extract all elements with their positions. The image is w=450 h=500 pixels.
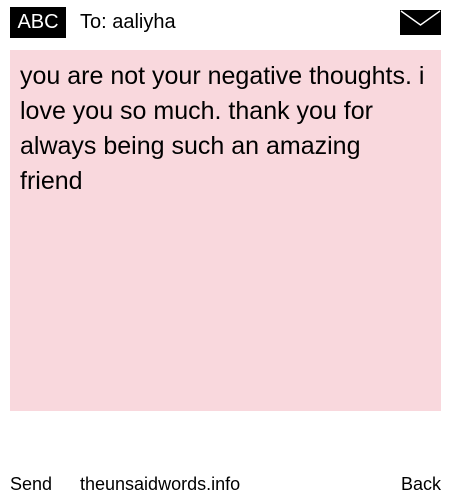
site-link[interactable]: theunsaidwords.info [80,472,240,496]
back-button[interactable]: Back [401,472,441,496]
recipient-label: To: aaliyha [80,11,176,33]
footer-bar: Send theunsaidwords.info Back [0,470,450,498]
envelope-icon[interactable] [400,10,441,35]
send-button[interactable]: Send [10,472,52,496]
message-header: ABC To: aaliyha [0,0,450,44]
message-body[interactable]: you are not your negative thoughts. i lo… [10,50,441,411]
input-mode-badge[interactable]: ABC [10,7,66,38]
